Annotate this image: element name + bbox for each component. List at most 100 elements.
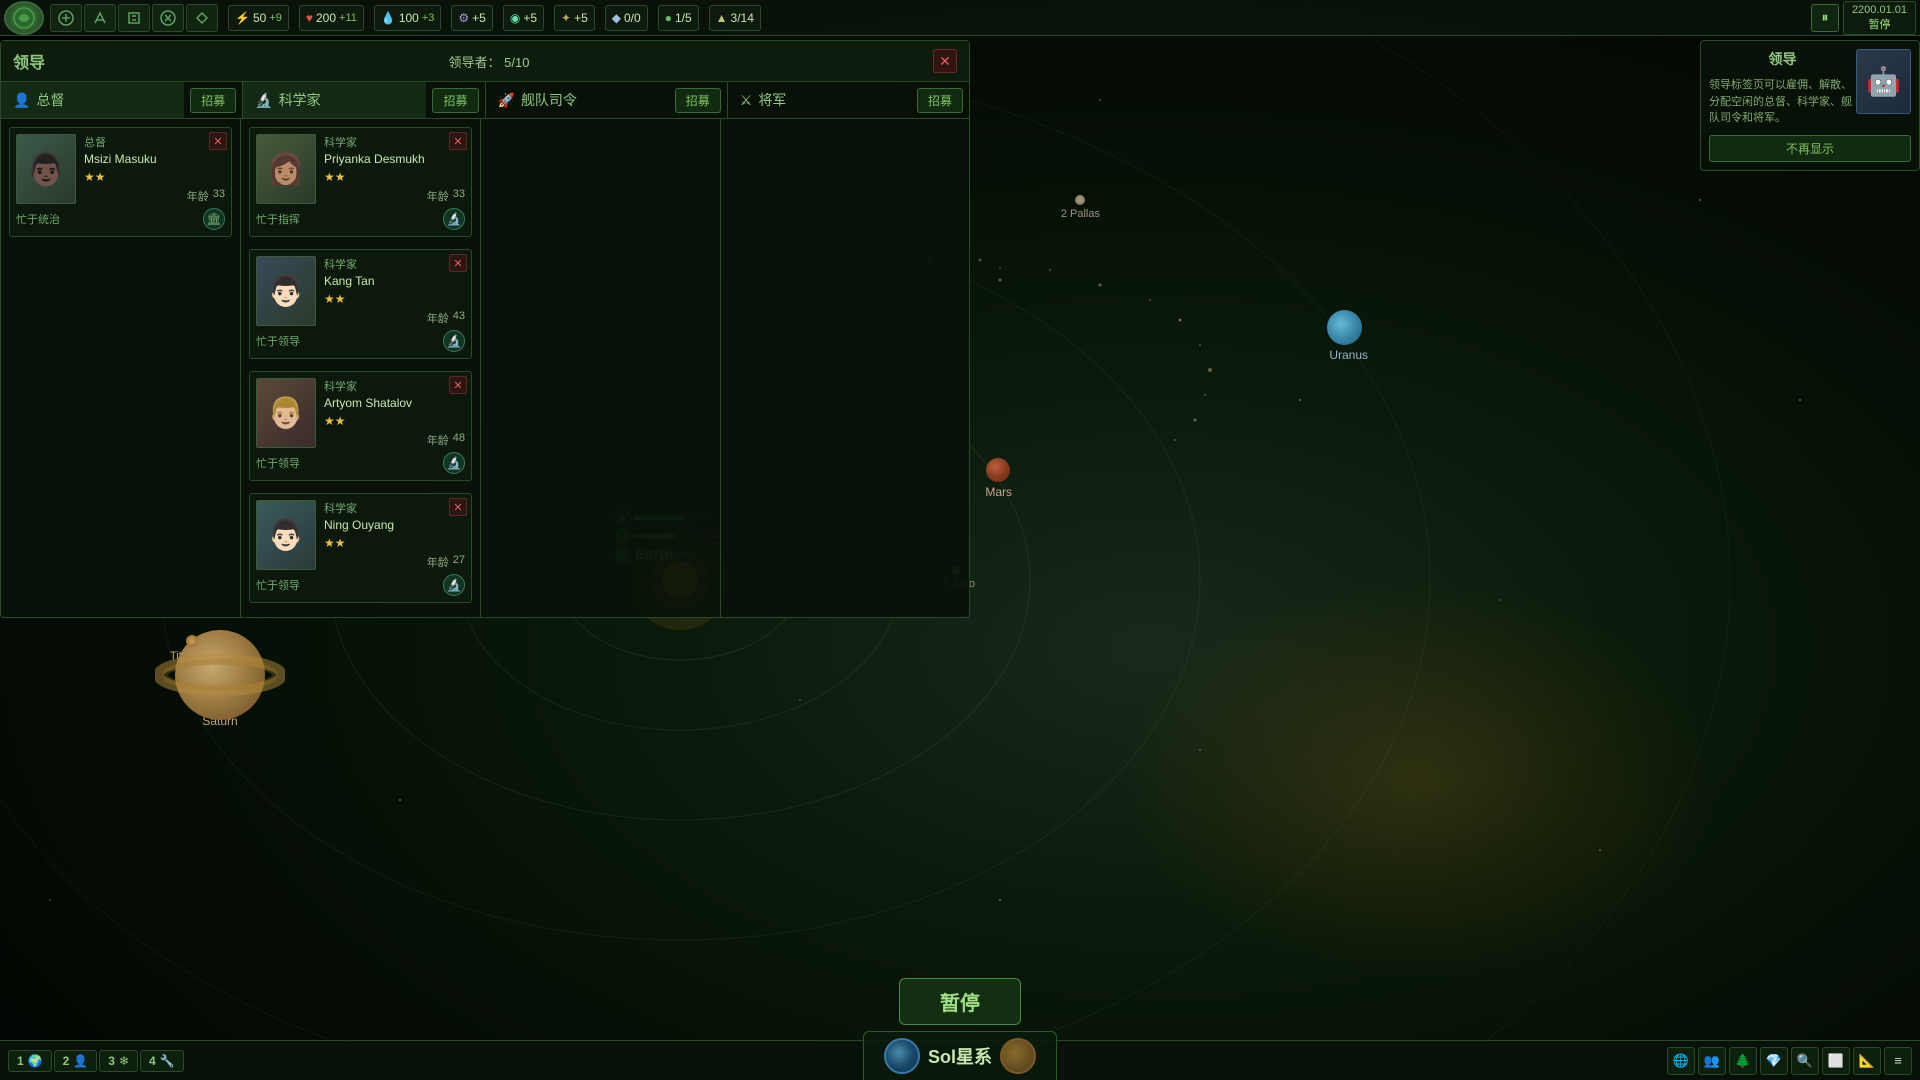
scientist-2-stars: ★★ (324, 292, 465, 306)
triangle-value: 3/14 (731, 11, 754, 25)
fleet-recruit-button[interactable]: 招募 (675, 88, 721, 113)
fleet-tab-label: 舰队司令 (521, 90, 577, 110)
governor-dismiss-button[interactable]: ✕ (209, 132, 227, 150)
pause-text: 暂停 (1852, 16, 1907, 32)
action-btn-2[interactable] (84, 4, 116, 32)
mars-planet[interactable] (986, 458, 1010, 482)
governor-status-icon[interactable]: 🏛 (203, 208, 225, 230)
general-recruit-button[interactable]: 招募 (917, 88, 963, 113)
general-tab-icon: ⚔ (740, 92, 753, 109)
health-value: 200 (316, 11, 336, 25)
scientist-1-stars: ★★ (324, 170, 465, 184)
scientist-1-name: Priyanka Desmukh (324, 152, 465, 166)
bottom-tab-2-icon: 👤 (73, 1054, 88, 1068)
minimap-button[interactable]: 🌐 (1667, 1047, 1695, 1075)
action-btn-4[interactable] (152, 4, 184, 32)
panel-body: 👨🏿 总督 Msizi Masuku ★★ 年龄 33 忙于统治 🏛 (1, 119, 969, 617)
bottom-tab-1[interactable]: 1 🌍 (8, 1050, 52, 1072)
saturn-area[interactable]: Saturn (155, 620, 285, 728)
bottom-tab-3[interactable]: 3 ❄ (99, 1050, 138, 1072)
resource-gear: ⚙ +5 (451, 5, 492, 31)
scientist-2-dismiss-button[interactable]: ✕ (449, 254, 467, 272)
scientist-card-kang[interactable]: 👨🏻 科学家 Kang Tan ★★ 年龄 43 忙于领导 🔬 (249, 249, 472, 359)
scientist-2-status-icon[interactable]: 🔬 (443, 330, 465, 352)
scientist-tab-label: 科学家 (279, 90, 321, 110)
green-value: 1/5 (675, 11, 692, 25)
right-panel-title: 领导 (1709, 49, 1856, 69)
pallas-planet[interactable] (1075, 195, 1085, 205)
scientist-card-ning[interactable]: 👨🏻 科学家 Ning Ouyang ★★ 年龄 27 忙于领导 🔬 (249, 493, 472, 603)
date-display: 2200.01.01 暂停 (1843, 1, 1916, 35)
resource-water: 💧 100 +3 (374, 5, 442, 31)
governor-name: Msizi Masuku (84, 152, 225, 166)
bottom-tab-4[interactable]: 4 🔧 (140, 1050, 184, 1072)
view-button[interactable]: ⬜ (1822, 1047, 1850, 1075)
action-btn-5[interactable] (186, 4, 218, 32)
action-btn-3[interactable] (118, 4, 150, 32)
system-globe-icon[interactable] (884, 1038, 920, 1074)
scientist-card-artyom[interactable]: 👨🏼 科学家 Artyom Shatalov ★★ 年龄 48 忙于领导 (249, 371, 472, 481)
scientist-3-status-icon[interactable]: 🔬 (443, 452, 465, 474)
date-value: 2200.01.01 (1852, 4, 1907, 16)
bottom-tab-2[interactable]: 2 👤 (54, 1050, 98, 1072)
tab-section-scientist: 🔬 科学家 招募 (243, 82, 485, 118)
nature-button[interactable]: 🌲 (1729, 1047, 1757, 1075)
scientist-1-dismiss-button[interactable]: ✕ (449, 132, 467, 150)
bottom-tab-1-icon: 🌍 (28, 1054, 43, 1068)
tab-section-governor: 👤 总督 招募 (1, 82, 243, 118)
bottom-right-icons: 🌐 👥 🌲 💎 🔍 ⬜ 📐 ≡ (1659, 1043, 1920, 1079)
panel-close-button[interactable]: ✕ (933, 49, 957, 73)
scientist-1-status-text: 忙于指挥 (256, 211, 300, 227)
leaders-button-bottom[interactable]: 👥 (1698, 1047, 1726, 1075)
orb-value: +5 (523, 11, 537, 25)
right-panel-description: 领导标签页可以雇佣、解散、分配空闲的总督、科学家、舰队司令和将军。 (1709, 77, 1856, 127)
menu-button[interactable]: ≡ (1884, 1047, 1912, 1075)
governor-stars: ★★ (84, 170, 225, 184)
game-logo[interactable] (4, 1, 44, 35)
scientist-1-status-icon[interactable]: 🔬 (443, 208, 465, 230)
orb-icon: ◉ (510, 11, 520, 25)
resources-button[interactable]: 💎 (1760, 1047, 1788, 1075)
scientist-1-role: 科学家 (324, 134, 465, 150)
scientist-3-info: 科学家 Artyom Shatalov ★★ 年龄 48 (324, 378, 465, 448)
resource-triangle: ▲ 3/14 (709, 5, 761, 31)
scientist-2-role: 科学家 (324, 256, 465, 272)
governor-role-label: 总督 (84, 134, 225, 150)
tab-fleet[interactable]: 🚀 舰队司令 (486, 82, 669, 118)
system-star-icon[interactable] (1000, 1038, 1036, 1074)
panel-title: 领导 (13, 49, 45, 73)
tab-scientist[interactable]: 🔬 科学家 (243, 82, 426, 118)
zoom-button[interactable]: 🔍 (1791, 1047, 1819, 1075)
top-bar: ⚡ 50 +9 ♥ 200 +11 💧 100 +3 ⚙ +5 ◉ +5 ✦ +… (0, 0, 1920, 36)
scientist-4-age: 年龄 27 (324, 554, 465, 570)
leader-count: 领导者： 5/10 (449, 52, 530, 71)
scientist-4-role: 科学家 (324, 500, 465, 516)
dont-show-button[interactable]: 不再显示 (1709, 135, 1911, 162)
general-tab-label: 将军 (758, 90, 786, 110)
mars-label: Mars (985, 485, 1012, 499)
layout-button[interactable]: 📐 (1853, 1047, 1881, 1075)
uranus-planet[interactable] (1327, 310, 1362, 345)
scientist-2-info: 科学家 Kang Tan ★★ 年龄 43 (324, 256, 465, 326)
governor-card-msizi[interactable]: 👨🏿 总督 Msizi Masuku ★★ 年龄 33 忙于统治 🏛 (9, 127, 232, 237)
titan-planet[interactable] (186, 635, 198, 647)
governor-status-text: 忙于统治 (16, 211, 60, 227)
scientist-recruit-button[interactable]: 招募 (432, 88, 478, 113)
scientist-column: 👩🏽 科学家 Priyanka Desmukh ★★ 年龄 33 忙于指挥 (241, 119, 481, 617)
tab-general[interactable]: ⚔ 将军 (728, 82, 911, 118)
scientist-2-portrait: 👨🏻 (256, 256, 316, 326)
diamond-icon: ◆ (612, 11, 621, 25)
scientist-card-priyanka[interactable]: 👩🏽 科学家 Priyanka Desmukh ★★ 年龄 33 忙于指挥 (249, 127, 472, 237)
tab-governor[interactable]: 👤 总督 (1, 82, 184, 118)
scientist-3-dismiss-button[interactable]: ✕ (449, 376, 467, 394)
governor-tab-label: 总督 (36, 90, 64, 110)
scientist-4-dismiss-button[interactable]: ✕ (449, 498, 467, 516)
action-btn-1[interactable] (50, 4, 82, 32)
water-icon: 💧 (381, 11, 396, 25)
fleet-column (481, 119, 721, 617)
saturn-rings (155, 620, 285, 710)
scientist-4-stars: ★★ (324, 536, 465, 550)
scientist-4-status-icon[interactable]: 🔬 (443, 574, 465, 596)
governor-recruit-button[interactable]: 招募 (190, 88, 236, 113)
pause-button[interactable]: ⏸ (1811, 4, 1839, 32)
